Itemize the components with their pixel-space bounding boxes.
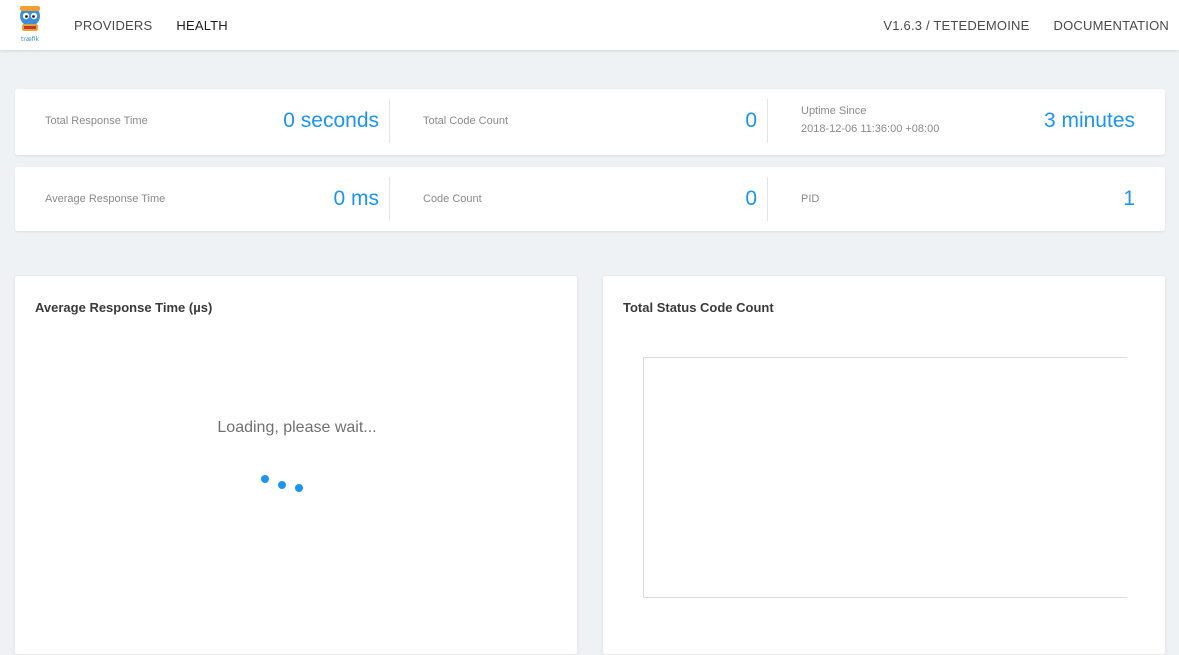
traefik-logo[interactable]: træfik [16, 3, 44, 43]
average-response-time-panel: Average Response Time (µs) Loading, plea… [14, 275, 578, 655]
version-link[interactable]: V1.6.3 / TETEDEMOINE [883, 18, 1029, 33]
stat-label: Uptime Since [801, 105, 867, 117]
status-code-count-panel: Total Status Code Count [602, 275, 1166, 655]
nav-health-link[interactable]: HEALTH [176, 18, 228, 33]
total-response-time-stat: Total Response Time 0 seconds [15, 99, 389, 143]
stat-value: 0 seconds [283, 109, 379, 132]
loading-spinner-icon [255, 472, 315, 496]
stat-value: 0 [745, 187, 757, 210]
pid-stat: PID 1 [767, 177, 1165, 221]
documentation-link[interactable]: DOCUMENTATION [1054, 18, 1170, 33]
panel-title: Total Status Code Count [623, 300, 774, 315]
spinner-dot [261, 475, 269, 483]
stat-label: Total Response Time [45, 115, 148, 127]
average-response-time-stat: Average Response Time 0 ms [15, 177, 389, 221]
stat-label: Code Count [423, 193, 482, 205]
stat-label: PID [801, 193, 820, 205]
spinner-dot [278, 481, 286, 489]
svg-text:træfik: træfik [21, 36, 39, 43]
stat-value: 0 [745, 109, 757, 132]
stat-value: 1 [1123, 187, 1135, 210]
uptime-since-date: 2018-12-06 11:36:00 +08:00 [801, 123, 940, 135]
top-navbar: træfik PROVIDERS HEALTH V1.6.3 / TETEDEM… [0, 0, 1179, 50]
code-count-stat: Code Count 0 [389, 177, 767, 221]
total-code-count-stat: Total Code Count 0 [389, 99, 767, 143]
stat-value: 0 ms [333, 187, 379, 210]
spinner-dot [295, 484, 303, 492]
stat-label: Average Response Time [45, 193, 166, 205]
stats-card-row-1: Total Response Time 0 seconds Total Code… [15, 89, 1165, 155]
status-code-chart-area [643, 357, 1127, 598]
loading-message: Loading, please wait... [217, 419, 377, 436]
panel-title: Average Response Time (µs) [35, 300, 213, 315]
stat-label: Total Code Count [423, 115, 508, 127]
uptime-stat: Uptime Since 2018-12-06 11:36:00 +08:00 … [767, 99, 1165, 143]
stat-value: 3 minutes [1043, 109, 1135, 132]
nav-providers-link[interactable]: PROVIDERS [74, 18, 152, 33]
stats-card-row-2: Average Response Time 0 ms Code Count 0 … [15, 167, 1165, 231]
